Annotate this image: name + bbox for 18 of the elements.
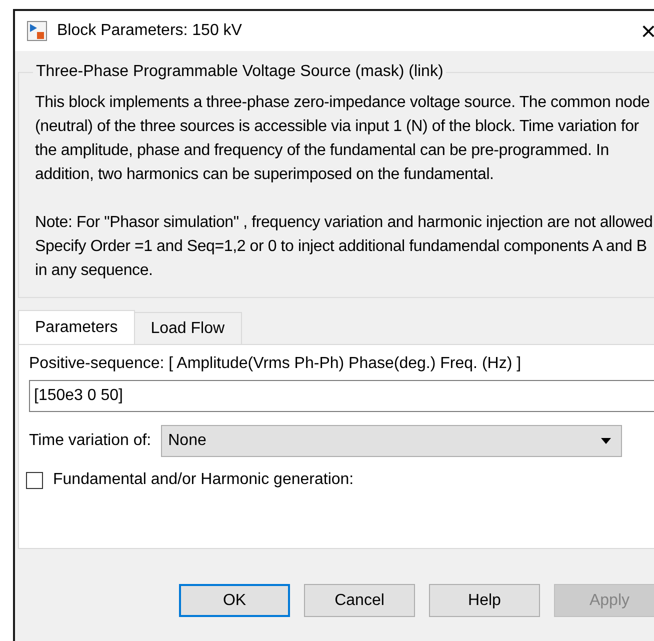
time-variation-dropdown[interactable]: None xyxy=(161,425,622,457)
tab[interactable]: Load Flow xyxy=(134,312,242,344)
description-text: Note: For "Phasor simulation" , frequency variation and harmonic injection are not allowed. Specify Order =1 and Seq=1,2 or 0 to inject additional fundamendal components A and B in any sequence. xyxy=(35,213,654,281)
close-button[interactable]: × xyxy=(640,18,654,44)
checkbox-label: Fundamental and/or Harmonic generation: xyxy=(53,471,354,489)
dropdown-caret-icon xyxy=(601,438,612,444)
mask-title: Three-Phase Programmable Voltage Source (mask) (link) xyxy=(35,63,444,81)
harmonic-checkbox[interactable] xyxy=(26,472,43,488)
window-title: Block Parameters: 150 kV xyxy=(57,22,243,40)
dialog-button[interactable]: Help xyxy=(429,584,540,617)
block-icon xyxy=(27,21,47,41)
dialog-button[interactable]: Cancel xyxy=(304,584,415,617)
field-label: Time variation of: xyxy=(29,432,152,450)
description-text: This block implements a three-phase zero-impedance voltage source. The common node (neutral) of the three sources is accessible via input 1 (N) of the block. Time variation for the amplitude, phase and frequency of the fundamental can be pre-programmed. In addition, two harmonics can be superimposed on the fundamental. xyxy=(35,93,651,185)
sequence-input[interactable]: [150e3 0 50] xyxy=(29,380,654,412)
dialog-button[interactable]: OK xyxy=(179,584,290,617)
field-label: Positive-sequence: [ Amplitude(Vrms Ph-Ph) Phase(deg.) Freq. (Hz) ] xyxy=(29,355,522,373)
tab[interactable]: Parameters xyxy=(18,310,135,344)
